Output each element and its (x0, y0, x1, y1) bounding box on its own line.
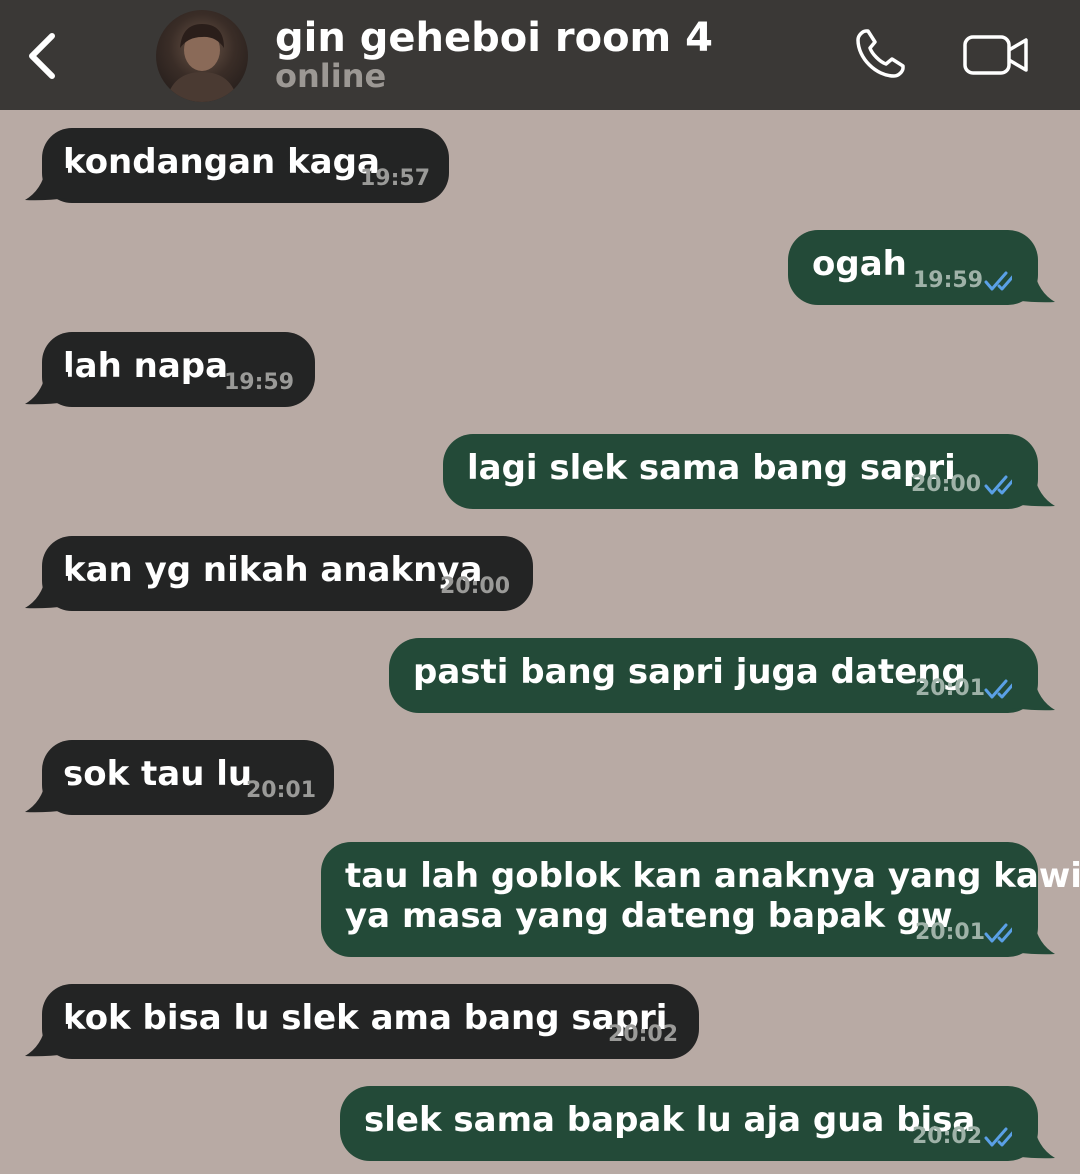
message-text: kan yg nikah anaknya (63, 550, 483, 590)
message-text: lagi slek sama bang sapri (467, 448, 956, 488)
contact-status: online (275, 57, 387, 95)
message-incoming[interactable]: sok tau lu 20:01 (42, 740, 334, 815)
message-incoming[interactable]: lah napa 19:59 (42, 332, 315, 407)
incoming-bubble-tail (25, 372, 68, 405)
message-outgoing[interactable]: lagi slek sama bang sapri 20:00 (443, 434, 1038, 509)
message-outgoing[interactable]: slek sama bapak lu aja gua bisa 20:02 (340, 1086, 1038, 1161)
outgoing-bubble-tail (1012, 922, 1055, 955)
message-outgoing[interactable]: tau lah goblok kan anaknya yang kawin ya… (321, 842, 1080, 957)
avatar[interactable] (156, 10, 248, 102)
avatar-photo-icon (166, 24, 238, 102)
message-text: ogah (812, 244, 907, 284)
incoming-bubble-tail (25, 780, 68, 813)
incoming-bubble-tail (25, 168, 68, 201)
message-text: lah napa (63, 346, 229, 386)
chat-header: gin geheboi room 4 online (0, 0, 1080, 110)
message-time: 20:02 (912, 1124, 983, 1149)
message-outgoing[interactable]: pasti bang sapri juga dateng 20:01 (389, 638, 1038, 713)
outgoing-bubble-tail (1012, 678, 1055, 711)
message-time: 19:59 (913, 268, 984, 293)
message-time: 20:01 (246, 778, 317, 803)
message-incoming[interactable]: kondangan kaga 19:57 (42, 128, 449, 203)
message-outgoing[interactable]: ogah 19:59 (788, 230, 1038, 305)
message-incoming[interactable]: kok bisa lu slek ama bang sapri 20:02 (42, 984, 699, 1059)
phone-icon[interactable] (852, 26, 908, 82)
incoming-bubble-tail (25, 576, 68, 609)
message-text: kok bisa lu slek ama bang sapri (63, 998, 668, 1038)
message-time: 20:00 (911, 472, 982, 497)
message-time: 20:00 (440, 574, 511, 599)
message-text: sok tau lu (63, 754, 253, 794)
message-time: 20:01 (915, 920, 986, 945)
incoming-bubble-tail (25, 1024, 68, 1057)
message-incoming[interactable]: kan yg nikah anaknya 20:00 (42, 536, 533, 611)
back-chevron-icon[interactable] (22, 28, 62, 84)
contact-name[interactable]: gin geheboi room 4 (275, 14, 713, 62)
video-camera-icon[interactable] (962, 32, 1030, 78)
message-text: slek sama bapak lu aja gua bisa (364, 1100, 976, 1140)
outgoing-bubble-tail (1012, 1126, 1055, 1159)
message-time: 20:01 (915, 676, 986, 701)
outgoing-bubble-tail (1012, 270, 1055, 303)
outgoing-bubble-tail (1012, 474, 1055, 507)
message-time: 19:59 (224, 370, 295, 395)
message-time: 20:02 (608, 1022, 679, 1047)
message-time: 19:57 (360, 166, 431, 191)
message-text: pasti bang sapri juga dateng (413, 652, 966, 692)
message-text: kondangan kaga (63, 142, 380, 182)
